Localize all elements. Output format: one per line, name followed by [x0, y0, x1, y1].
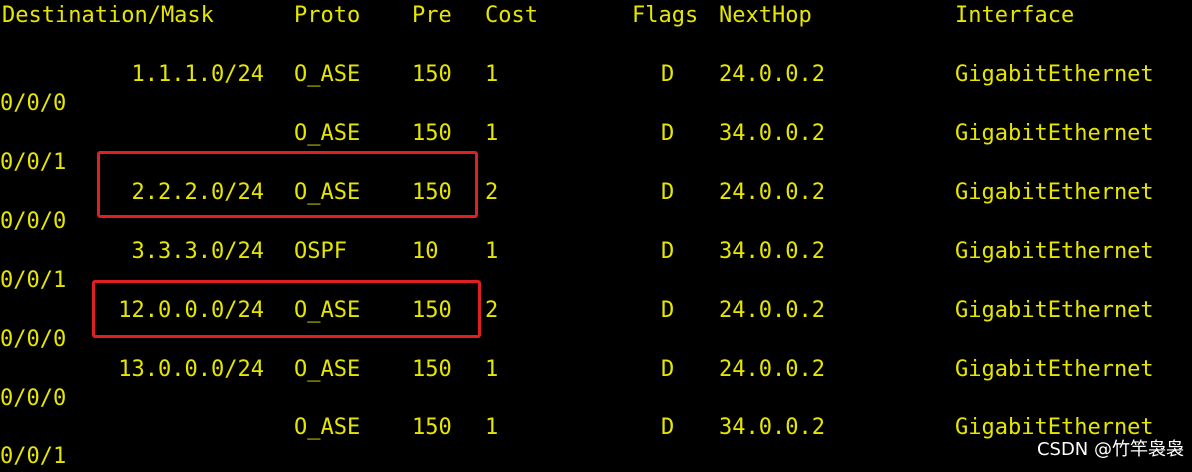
route-interface-continuation: 0/0/0	[0, 386, 67, 411]
route-nexthop: 24.0.0.2	[719, 357, 825, 382]
route-pre: 150	[412, 357, 452, 382]
route-flags: D	[661, 357, 675, 382]
route-cost: 1	[485, 121, 499, 146]
route-flags: D	[661, 415, 675, 440]
route-cost: 1	[485, 62, 499, 87]
route-cost: 2	[485, 298, 499, 323]
header-proto: Proto	[294, 3, 361, 28]
route-cost: 1	[485, 357, 499, 382]
route-row: 1.1.1.0/24 O_ASE 150 1 D 24.0.0.2 Gigabi…	[0, 60, 1192, 90]
route-cost: 1	[485, 415, 499, 440]
route-proto: O_ASE	[294, 357, 361, 382]
route-interface-continuation: 0/0/0	[0, 91, 67, 116]
route-cost: 2	[485, 180, 499, 205]
highlight-box-route-12-0-0-0	[92, 280, 481, 338]
route-interface: GigabitEthernet	[955, 298, 1154, 323]
route-interface-continuation: 0/0/0	[0, 327, 67, 352]
route-interface: GigabitEthernet	[955, 357, 1154, 382]
route-interface: GigabitEthernet	[955, 62, 1154, 87]
header-flags: Flags	[632, 3, 699, 28]
route-interface-continuation: 0/0/0	[0, 209, 67, 234]
route-proto: O_ASE	[294, 121, 361, 146]
header-cost: Cost	[485, 3, 538, 28]
route-row: 3.3.3.0/24 OSPF 10 1 D 34.0.0.2 GigabitE…	[0, 237, 1192, 267]
route-proto: O_ASE	[294, 62, 361, 87]
header-pre: Pre	[412, 3, 452, 28]
header-interface: Interface	[955, 3, 1075, 28]
route-interface: GigabitEthernet	[955, 180, 1154, 205]
header-nexthop: NextHop	[719, 3, 812, 28]
route-row: O_ASE 150 1 D 34.0.0.2 GigabitEthernet	[0, 413, 1192, 443]
route-pre: 10	[412, 239, 439, 264]
route-flags: D	[661, 298, 675, 323]
route-flags: D	[661, 121, 675, 146]
route-destination: 1.1.1.0/24	[131, 62, 264, 87]
routing-table-header: Destination/Mask Proto Pre Cost Flags Ne…	[0, 1, 1192, 31]
route-flags: D	[661, 180, 675, 205]
route-proto: O_ASE	[294, 415, 361, 440]
route-nexthop: 34.0.0.2	[719, 121, 825, 146]
route-proto: OSPF	[294, 239, 347, 264]
route-interface-continuation: 0/0/1	[0, 150, 67, 175]
highlight-box-route-2-2-2-0	[97, 151, 478, 218]
route-nexthop: 34.0.0.2	[719, 415, 825, 440]
route-pre: 150	[412, 62, 452, 87]
route-interface: GigabitEthernet	[955, 239, 1154, 264]
route-cost: 1	[485, 239, 499, 264]
route-interface: GigabitEthernet	[955, 121, 1154, 146]
route-row: 13.0.0.0/24 O_ASE 150 1 D 24.0.0.2 Gigab…	[0, 355, 1192, 385]
terminal-window: Destination/Mask Proto Pre Cost Flags Ne…	[0, 0, 1192, 469]
route-nexthop: 24.0.0.2	[719, 180, 825, 205]
route-nexthop: 24.0.0.2	[719, 62, 825, 87]
route-nexthop: 24.0.0.2	[719, 298, 825, 323]
route-interface-continuation: 0/0/1	[0, 268, 67, 293]
route-destination: 3.3.3.0/24	[131, 239, 264, 264]
csdn-watermark: CSDN @竹竿袅袅	[1036, 439, 1184, 460]
header-destination-mask: Destination/Mask	[2, 3, 214, 28]
route-pre: 150	[412, 415, 452, 440]
route-destination: 13.0.0.0/24	[118, 357, 264, 382]
route-pre: 150	[412, 121, 452, 146]
route-interface-continuation: 0/0/1	[0, 444, 67, 469]
route-nexthop: 34.0.0.2	[719, 239, 825, 264]
route-row: O_ASE 150 1 D 34.0.0.2 GigabitEthernet	[0, 119, 1192, 149]
route-flags: D	[661, 62, 675, 87]
route-flags: D	[661, 239, 675, 264]
